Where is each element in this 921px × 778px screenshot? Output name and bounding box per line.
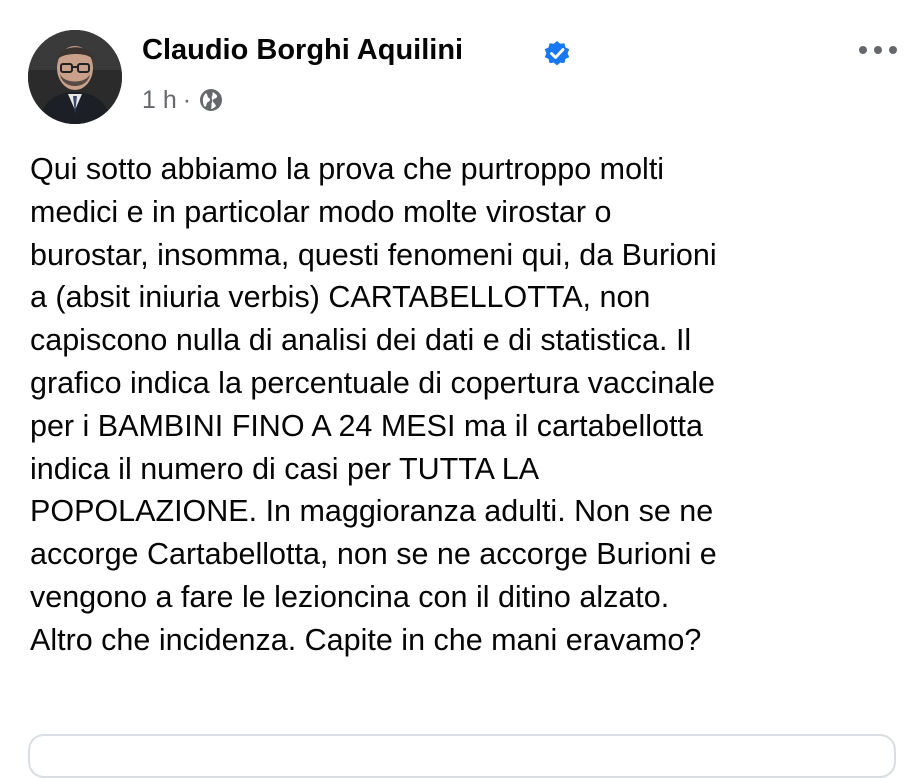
- globe-icon[interactable]: [199, 88, 223, 112]
- post-meta: 1 h ·: [142, 84, 223, 116]
- attached-content-card[interactable]: [28, 734, 896, 778]
- author-avatar[interactable]: [28, 30, 122, 124]
- more-options-icon[interactable]: [855, 38, 901, 62]
- post-body-text: Qui sotto abbiamo la prova che purtroppo…: [30, 152, 717, 657]
- post-header: Claudio Borghi Aquilini 1 h ·: [28, 30, 901, 130]
- post-timestamp[interactable]: 1 h: [142, 86, 177, 115]
- meta-separator: ·: [182, 85, 192, 114]
- verified-badge-icon: [544, 41, 570, 66]
- author-name[interactable]: Claudio Borghi Aquilini: [142, 34, 463, 67]
